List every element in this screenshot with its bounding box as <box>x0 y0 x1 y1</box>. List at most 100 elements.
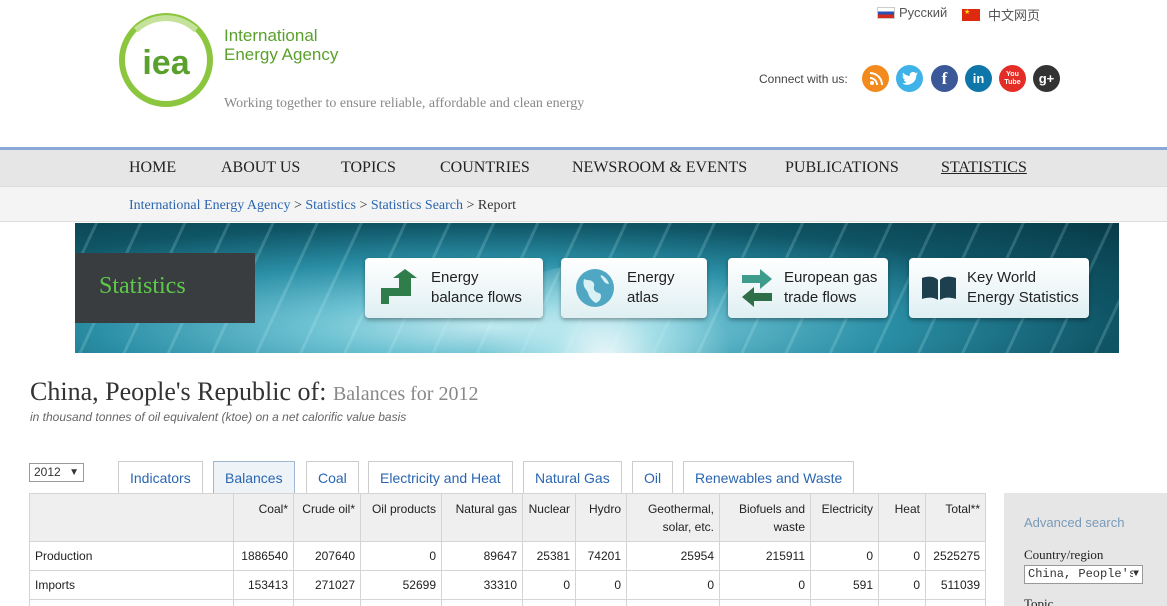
chevron-down-icon: ▼ <box>69 467 79 478</box>
col-header-oil-products: Oil products <box>360 493 442 542</box>
rss-icon[interactable] <box>862 65 889 92</box>
table-cell: 2525275 <box>925 541 986 571</box>
twitter-icon[interactable] <box>896 65 923 92</box>
table-cell <box>925 599 986 606</box>
table-cell: 591 <box>810 570 879 600</box>
balance-flows-icon <box>377 268 421 308</box>
lang-russian-link[interactable]: Русский <box>877 5 947 20</box>
linkedin-icon[interactable]: in <box>965 65 992 92</box>
row-label-imports[interactable]: Imports <box>29 570 234 600</box>
section-title-box: Statistics <box>75 253 255 323</box>
tab-electricity-and-heat[interactable]: Electricity and Heat <box>368 461 513 494</box>
russia-flag-icon <box>877 6 895 19</box>
tab-renewables-and-waste[interactable]: Renewables and Waste <box>683 461 855 494</box>
energy-balance-flows-line2: balance flows <box>431 289 522 306</box>
table-cell <box>360 599 442 606</box>
table-cell <box>29 599 234 606</box>
lang-chinese-label: 中文网页 <box>988 8 1041 23</box>
country-region-select[interactable]: China, People's Republic of ▼ <box>1024 565 1143 584</box>
table-cell: 153413 <box>233 570 294 600</box>
table-cell: 0 <box>878 541 926 571</box>
chevron-down-icon: ▼ <box>1132 566 1139 583</box>
lang-russian-label: Русский <box>899 5 948 20</box>
col-header-geothermal-line1: Geothermal, <box>647 502 714 516</box>
col-header-natural-gas: Natural gas <box>441 493 523 542</box>
tab-natural-gas[interactable]: Natural Gas <box>523 461 622 494</box>
col-header-electricity: Electricity <box>810 493 879 542</box>
nav-about-us[interactable]: ABOUT US <box>221 159 300 177</box>
agency-name-line1: International <box>224 26 318 45</box>
table-cell <box>233 599 294 606</box>
country-region-label: Country/region <box>1024 547 1104 562</box>
table-cell: 0 <box>575 570 627 600</box>
google-plus-icon[interactable]: g+ <box>1033 65 1060 92</box>
table-cell <box>522 599 576 606</box>
table-cell: 0 <box>360 541 442 571</box>
table-cell: 271027 <box>293 570 361 600</box>
table-cell: 0 <box>522 570 576 600</box>
table-cell <box>441 599 523 606</box>
key-world-energy-statistics-button[interactable]: Key World Energy Statistics <box>909 258 1089 318</box>
topic-label: Topic <box>1024 596 1054 606</box>
tab-oil[interactable]: Oil <box>632 461 674 494</box>
row-label-production[interactable]: Production <box>29 541 234 571</box>
energy-atlas-button[interactable]: Energy atlas <box>561 258 707 318</box>
col-header-total: Total** <box>925 493 986 542</box>
country-region-value: China, People's Republic of <box>1028 567 1142 581</box>
iea-logo[interactable]: iea <box>116 10 216 110</box>
table-row <box>29 599 986 606</box>
table-cell <box>293 599 361 606</box>
breadcrumb-sep: > <box>355 198 371 213</box>
agency-name[interactable]: International Energy Agency <box>224 26 338 64</box>
breadcrumb-statistics-search[interactable]: Statistics Search <box>371 198 463 213</box>
table-cell: 52699 <box>360 570 442 600</box>
table-cell: 74201 <box>575 541 627 571</box>
breadcrumb-statistics[interactable]: Statistics <box>305 198 356 213</box>
year-select[interactable]: 2012 ▼ <box>29 463 84 482</box>
table-cell: 25954 <box>626 541 720 571</box>
col-header-geothermal-line2: solar, etc. <box>662 520 714 534</box>
page-title-subject: Balances for 2012 <box>332 383 479 405</box>
table-header-blank <box>29 493 234 542</box>
table-cell: 0 <box>719 570 811 600</box>
nav-home[interactable]: HOME <box>129 159 176 177</box>
year-value: 2012 <box>34 465 61 479</box>
lang-chinese-link[interactable]: 中文网页 <box>962 5 1040 24</box>
energy-atlas-line1: Energy <box>627 269 675 286</box>
tab-indicators[interactable]: Indicators <box>118 461 203 494</box>
facebook-icon[interactable]: f <box>931 65 958 92</box>
nav-newsroom-events[interactable]: NEWSROOM & EVENTS <box>572 159 747 177</box>
energy-balance-flows-button[interactable]: Energy balance flows <box>365 258 543 318</box>
col-header-nuclear: Nuclear <box>522 493 576 542</box>
tab-coal[interactable]: Coal <box>306 461 359 494</box>
col-header-hydro: Hydro <box>575 493 627 542</box>
nav-statistics[interactable]: STATISTICS <box>941 159 1027 177</box>
table-cell: 89647 <box>441 541 523 571</box>
breadcrumb-bar: International Energy Agency > Statistics… <box>0 186 1167 222</box>
nav-countries[interactable]: COUNTRIES <box>440 159 530 177</box>
trade-arrows-icon <box>740 268 774 308</box>
table-cell <box>878 599 926 606</box>
european-gas-line1: European gas <box>784 269 878 286</box>
table-cell: 0 <box>626 570 720 600</box>
nav-publications[interactable]: PUBLICATIONS <box>785 159 899 177</box>
tab-balances[interactable]: Balances <box>213 461 295 494</box>
breadcrumb-sep: > <box>463 198 478 213</box>
key-world-line2: Energy Statistics <box>967 289 1079 306</box>
table-cell <box>810 599 879 606</box>
tagline: Working together to ensure reliable, aff… <box>224 96 585 111</box>
table-cell <box>575 599 627 606</box>
globe-icon <box>573 268 617 308</box>
statistics-banner: Statistics Energy balance flows Energy atl… <box>75 223 1119 353</box>
european-gas-trade-flows-button[interactable]: European gas trade flows <box>728 258 888 318</box>
youtube-icon[interactable]: You Tube <box>999 65 1026 92</box>
col-header-biofuels: Biofuels and waste <box>719 493 811 542</box>
balances-table: Coal* Crude oil* Oil products Natural ga… <box>29 493 986 606</box>
breadcrumb-iea[interactable]: International Energy Agency <box>129 198 290 213</box>
section-title: Statistics <box>99 273 186 299</box>
nav-topics[interactable]: TOPICS <box>341 159 396 177</box>
page-subtitle: in thousand tonnes of oil equivalent (kt… <box>30 410 407 424</box>
table-cell: 25381 <box>522 541 576 571</box>
breadcrumb-report: Report <box>477 198 517 213</box>
site-header: iea International Energy Agency Working … <box>0 0 1167 147</box>
